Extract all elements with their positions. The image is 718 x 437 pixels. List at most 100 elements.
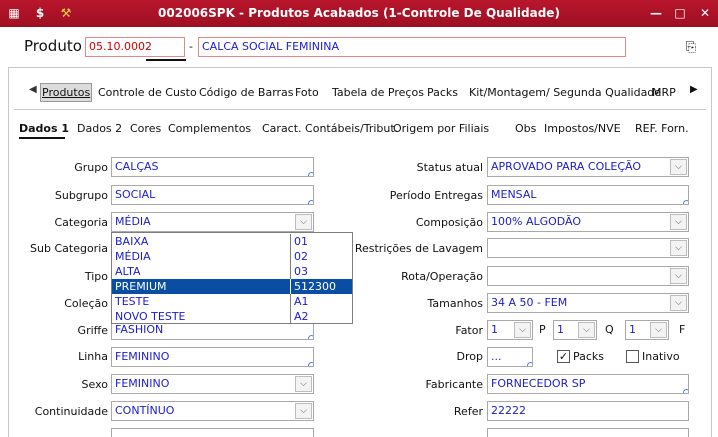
tabs-scroll-left-icon[interactable]: ◀ [29,84,37,95]
drop-input[interactable]: ... [487,347,533,367]
status-select[interactable]: APROVADO PARA COLEÇÃO ⌵ [487,157,689,177]
categoria-label: Categoria [54,216,108,229]
tab-tabela-precos[interactable]: Tabela de Preços [332,86,424,99]
tab-codigo-barras[interactable]: Código de Barras [199,86,294,99]
sexo-select[interactable]: FEMININO ⌵ [111,374,314,394]
chevron-down-icon[interactable]: ⌵ [670,159,687,175]
chevron-down-icon[interactable]: ⌵ [295,403,312,419]
q-label: Q [605,323,614,336]
next-field-input[interactable] [111,428,314,437]
tab-dados2[interactable]: Dados 2 [77,122,122,135]
restricoes-select[interactable]: ⌵ [487,238,689,258]
drop-value: ... [491,350,502,363]
status-value: APROVADO PARA COLEÇÃO [491,160,641,173]
grid-menu-icon[interactable]: ▦ [6,5,22,21]
sexo-label: Sexo [81,378,108,391]
subcategoria-label: Sub Categoria [30,242,108,255]
lookup-icon[interactable] [683,389,688,393]
rota-label: Rota/Operação [401,270,483,283]
composicao-select[interactable]: 100% ALGODÃO ⌵ [487,212,689,232]
next-right-input[interactable] [487,428,689,437]
tamanhos-value: 34 A 50 - FEM [491,296,568,309]
categoria-dropdown-list[interactable]: BAIXA 01 MÉDIA 02 ALTA 03 PREMIUM 512300 TES… [111,232,353,324]
dropdown-option[interactable]: MÉDIA 02 [112,249,352,264]
categoria-select[interactable]: MÉDIA ⌵ [111,212,314,232]
tab-dados1[interactable]: Dados 1 [19,122,69,135]
dropdown-option-selected[interactable]: PREMIUM 512300 [112,279,352,294]
option-name: ALTA [115,265,141,278]
app-logo-icon[interactable]: $ [32,5,48,21]
tab-complementos[interactable]: Complementos [168,122,251,135]
tab-kit-montagem[interactable]: Kit/Montagem/ Segunda Qualidade [469,86,661,99]
fabricante-input[interactable]: FORNECEDOR SP [487,374,689,394]
wrench-icon[interactable]: ⚒ [58,5,74,21]
subgrupo-input[interactable]: SOCIAL [111,185,314,205]
p-select[interactable]: 1 ⌵ [553,320,597,340]
packs-label: Packs [573,350,605,363]
continuidade-select[interactable]: CONTÍNUO ⌵ [111,401,314,421]
code-underline [146,59,186,61]
minimize-button[interactable]: — [648,6,664,20]
chevron-down-icon[interactable]: ⌵ [670,268,687,284]
composicao-label: Composição [415,216,483,229]
tab-packs[interactable]: Packs [427,86,458,99]
tab-mrp[interactable]: MRP [652,86,676,99]
subgrupo-value: SOCIAL [115,188,156,201]
lookup-icon[interactable] [308,172,313,176]
tab-caract-contabeis[interactable]: Caract. Contábeis/Tribut. [262,122,398,135]
linha-input[interactable]: FEMININO [111,347,314,367]
dropdown-option[interactable]: TESTE A1 [112,294,352,309]
option-code: 03 [290,264,352,279]
close-button[interactable]: ✕ [697,6,713,20]
tab-produtos[interactable]: Produtos [40,83,93,102]
fator-select[interactable]: 1 ⌵ [487,320,533,340]
inativo-checkbox[interactable] [626,350,639,363]
tab-foto[interactable]: Foto [295,86,319,99]
tab-dados1-underline [19,137,65,139]
tabs-divider [14,109,706,110]
chevron-down-icon[interactable]: ⌵ [650,322,667,338]
tab-origem-filiais[interactable]: Origem por Filiais [393,122,489,135]
chevron-down-icon[interactable]: ⌵ [670,240,687,256]
tabs-scroll-right-icon[interactable]: ▶ [690,84,698,95]
copy-icon[interactable]: ⎘ [683,40,699,56]
product-label: Produto [24,37,82,55]
lookup-icon[interactable] [308,335,313,339]
tab-impostos-nve[interactable]: Impostos/NVE [544,122,621,135]
lookup-icon[interactable] [683,200,688,204]
chevron-down-icon[interactable]: ⌵ [670,295,687,311]
sexo-value: FEMININO [115,377,170,390]
tamanhos-select[interactable]: 34 A 50 - FEM ⌵ [487,293,689,313]
grupo-input[interactable]: CALÇAS [111,157,314,177]
grupo-value: CALÇAS [115,160,159,173]
periodo-input[interactable]: MENSAL [487,185,689,205]
chevron-down-icon[interactable]: ⌵ [295,376,312,392]
chevron-down-icon[interactable]: ⌵ [578,322,595,338]
q-select[interactable]: 1 ⌵ [625,320,669,340]
tab-produtos-label: Produtos [42,86,91,99]
composicao-value: 100% ALGODÃO [491,215,582,228]
product-name-input[interactable]: CALCA SOCIAL FEMININA [198,37,626,57]
dropdown-option[interactable]: ALTA 03 [112,264,352,279]
chevron-down-icon[interactable]: ⌵ [514,322,531,338]
tab-cores[interactable]: Cores [130,122,161,135]
lookup-icon[interactable] [527,362,532,366]
lookup-icon[interactable] [308,362,313,366]
griffe-value: FASHION [115,323,164,336]
tab-obs[interactable]: Obs [515,122,536,135]
p-value: 1 [557,323,564,336]
chevron-down-icon[interactable]: ⌵ [670,214,687,230]
tab-ref-forn[interactable]: REF. Forn. [635,122,689,135]
rota-select[interactable]: ⌵ [487,266,689,286]
product-code-input[interactable]: 05.10.0002 [85,37,185,57]
chevron-down-icon[interactable]: ⌵ [295,214,312,230]
tab-controle-custo[interactable]: Controle de Custo [98,86,197,99]
packs-checkbox[interactable]: ✓ [557,350,570,363]
maximize-button[interactable]: □ [672,6,688,20]
refer-input[interactable]: 22222 [487,401,689,421]
option-code: A2 [290,309,352,324]
option-code: 02 [290,249,352,264]
dropdown-option[interactable]: NOVO TESTE A2 [112,309,352,324]
dropdown-option[interactable]: BAIXA 01 [112,234,352,249]
lookup-icon[interactable] [308,200,313,204]
